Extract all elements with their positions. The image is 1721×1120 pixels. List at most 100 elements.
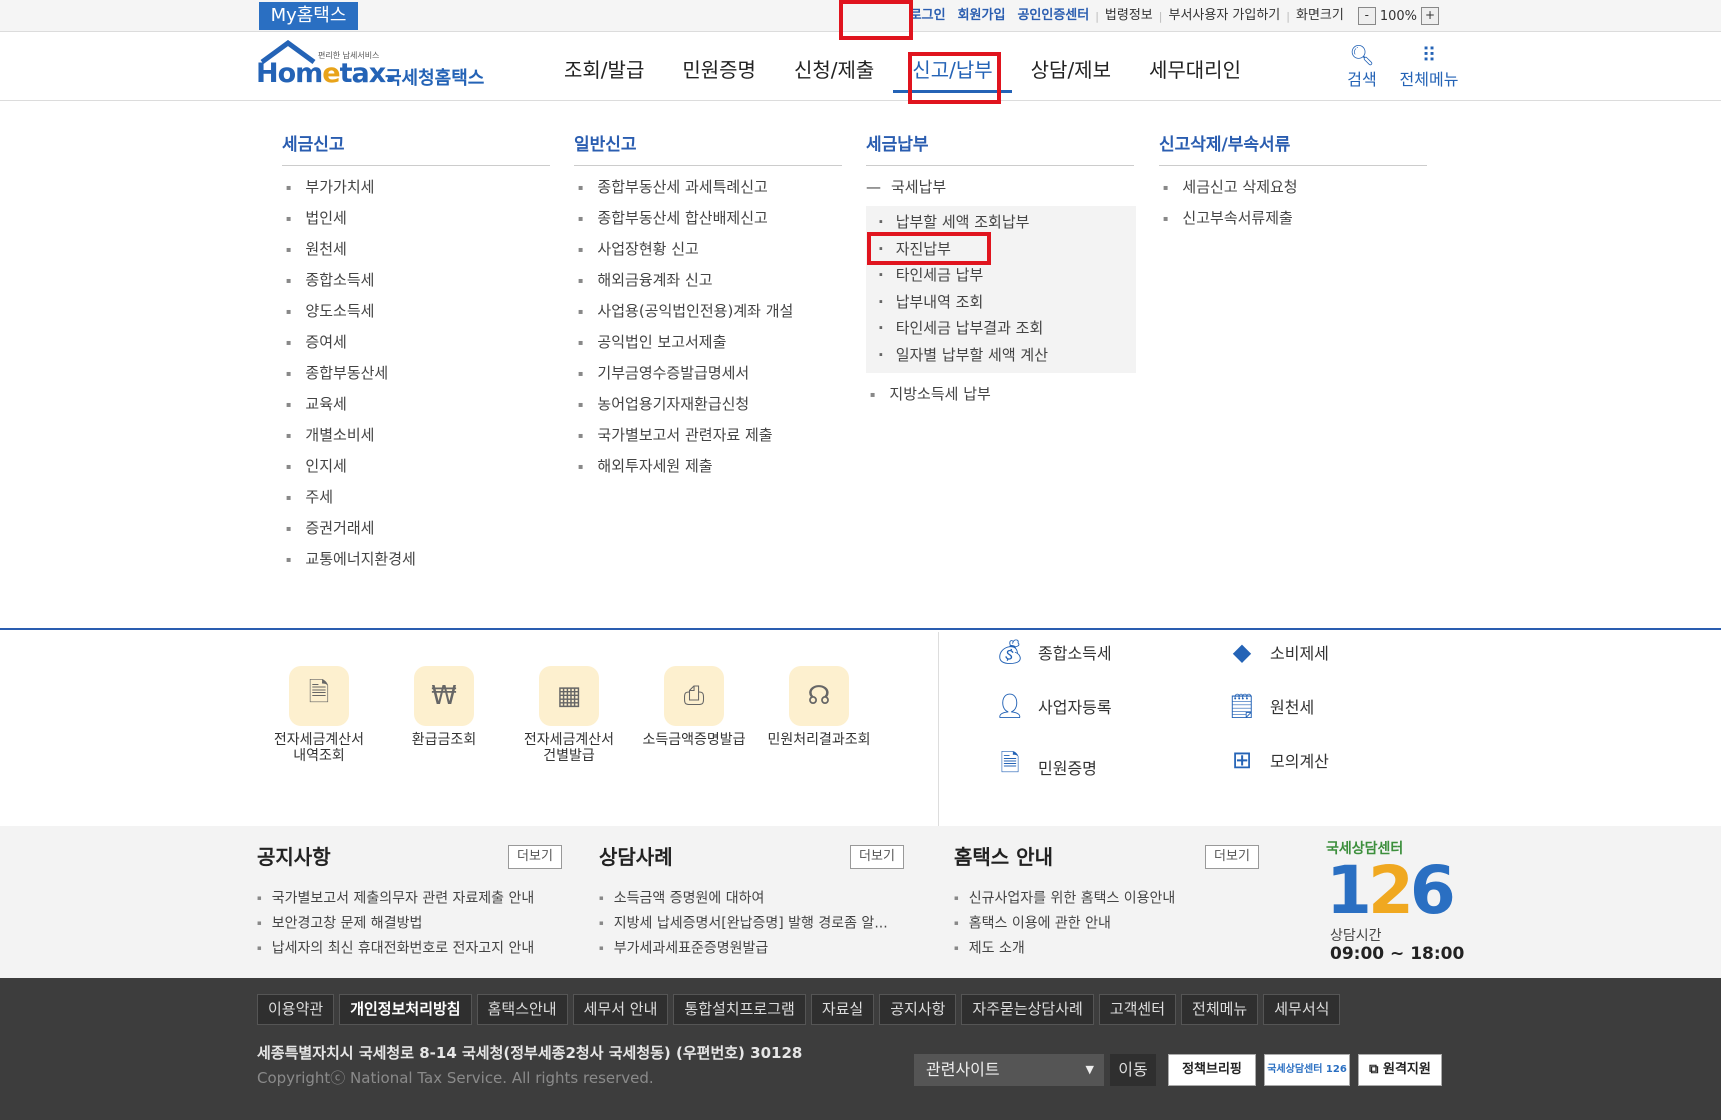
menu-item[interactable]: 세금신고 삭제요청	[1163, 172, 1297, 203]
footer-notice-link[interactable]: 공지사항	[879, 994, 957, 1025]
guide-more-button[interactable]: 더보기	[1205, 845, 1259, 869]
nav-apply-submit[interactable]: 신청/제출	[775, 50, 893, 93]
menu-item[interactable]: 종합부동산세 합산배제신고	[578, 203, 793, 234]
footer-hometax-guide-link[interactable]: 홈택스안내	[476, 994, 568, 1025]
footer-faq-link[interactable]: 자주묻는상담사례	[961, 994, 1094, 1025]
footer-tax-forms-link[interactable]: 세무서식	[1263, 994, 1341, 1025]
footer-install-link[interactable]: 통합설치프로그램	[673, 994, 806, 1025]
menu-col-title-delete-attachments[interactable]: 신고삭제/부속서류	[1159, 130, 1290, 155]
login-link[interactable]: 로그인	[904, 0, 952, 32]
menu-item[interactable]: 법인세	[286, 203, 416, 234]
footer-terms-link[interactable]: 이용약관	[257, 994, 335, 1025]
menu-item[interactable]: 신고부속서류제출	[1163, 203, 1298, 234]
menu-item[interactable]: 기부금영수증발급명세서	[578, 358, 793, 389]
certificate-center-link[interactable]: 공인인증센터	[1011, 0, 1095, 32]
quick-income-certificate[interactable]: ⎙ 소득금액증명발급	[634, 666, 754, 748]
submenu-item[interactable]: 타인세금 납부결과 조회	[878, 315, 1048, 342]
footer-all-menu-link[interactable]: 전체메뉴	[1181, 994, 1259, 1025]
menu-col-title-tax-report[interactable]: 세금신고	[282, 130, 345, 155]
menu-item[interactable]: 개별소비세	[286, 420, 416, 451]
nav-civil-certificate[interactable]: 민원증명	[663, 50, 775, 93]
zoom-out-button[interactable]: -	[1357, 7, 1376, 25]
menu-item[interactable]: 증여세	[286, 327, 416, 358]
divider	[866, 165, 1134, 166]
nav-consult-report[interactable]: 상담/제보	[1012, 50, 1130, 93]
consult-center-button[interactable]: 국세상담센터 126	[1264, 1054, 1350, 1086]
all-menu-button[interactable]: ⠿ 전체메뉴	[1396, 44, 1462, 90]
menu-item[interactable]: 국가별보고서 관련자료 제출	[578, 420, 793, 451]
menu-item[interactable]: 사업장현황 신고	[578, 234, 793, 265]
cases-more-button[interactable]: 더보기	[850, 845, 904, 869]
footer-library-link[interactable]: 자료실	[810, 994, 875, 1025]
list-item[interactable]: 납세자의 최신 휴대전화번호로 전자고지 안내	[257, 936, 535, 961]
menu-item[interactable]: 부가가치세	[286, 172, 416, 203]
menu-item[interactable]: 지방소득세 납부	[870, 379, 990, 410]
related-sites-select[interactable]: 관련사이트 ▼	[914, 1054, 1104, 1086]
nav-inquiry-issue[interactable]: 조회/발급	[545, 50, 663, 93]
submenu-item-self-payment[interactable]: 자진납부	[878, 236, 1048, 263]
quick-business-registration[interactable]: 👤︎ 사업자등록	[992, 692, 1112, 720]
quick-withholding-tax[interactable]: 🗒︎ 원천세	[1224, 692, 1314, 720]
quick-civil-certificate[interactable]: 🗎︎ 민원증명	[992, 746, 1097, 787]
list-item[interactable]: 소득금액 증명원에 대하여	[599, 886, 888, 911]
submenu-item[interactable]: 납부할 세액 조회납부	[878, 209, 1048, 236]
submenu-item[interactable]: 타인세금 납부	[878, 262, 1048, 289]
menu-item[interactable]: 원천세	[286, 234, 416, 265]
menu-item[interactable]: 주세	[286, 482, 416, 513]
dept-user-signup-link[interactable]: 부서사용자 가입하기	[1162, 0, 1286, 32]
menu-item[interactable]: 종합소득세	[286, 265, 416, 296]
submenu-item[interactable]: 일자별 납부할 세액 계산	[878, 342, 1048, 369]
menu-col-title-general-report[interactable]: 일반신고	[574, 130, 637, 155]
national-tax-payment-group[interactable]: — 국세납부	[866, 176, 946, 198]
consult-center-number[interactable]: 126	[1326, 856, 1456, 926]
menu-item[interactable]: 인지세	[286, 451, 416, 482]
go-button[interactable]: 이동	[1110, 1054, 1156, 1086]
list-item[interactable]: 홈택스 이용에 관한 안내	[954, 911, 1175, 936]
menu-item[interactable]: 교통에너지환경세	[286, 544, 415, 575]
cases-title[interactable]: 상담사례	[599, 841, 673, 870]
list-item[interactable]: 국가별보고서 제출의무자 관련 자료제출 안내	[257, 886, 535, 911]
list-item[interactable]: 신규사업자를 위한 홈택스 이용안내	[954, 886, 1176, 911]
quick-refund-inquiry[interactable]: ₩ 환급금조회	[384, 666, 504, 748]
quick-consumption-tax[interactable]: ◆ 소비제세	[1224, 638, 1329, 666]
signup-link[interactable]: 회원가입	[952, 0, 1012, 32]
menu-item[interactable]: 교육세	[286, 389, 416, 420]
remote-support-button[interactable]: ⧉ 원격지원	[1358, 1054, 1442, 1086]
footer-customer-center-link[interactable]: 고객센터	[1098, 994, 1177, 1025]
footer-tax-office-link[interactable]: 세무서 안내	[572, 994, 669, 1025]
menu-item[interactable]: 양도소득세	[286, 296, 416, 327]
list-item[interactable]: 보안경고창 문제 해결방법	[257, 911, 534, 936]
menu-item[interactable]: 해외금융계좌 신고	[578, 265, 793, 296]
law-info-link[interactable]: 법령정보	[1099, 0, 1159, 32]
menu-item[interactable]: 종합부동산세	[286, 358, 416, 389]
zoom-in-button[interactable]: +	[1421, 7, 1439, 25]
quick-label: 전자세금계산서 건별발급	[523, 732, 615, 764]
nav-tax-agent[interactable]: 세무대리인	[1130, 50, 1260, 93]
quick-simulation[interactable]: ⊞ 모의계산	[1224, 746, 1329, 774]
quick-global-income-tax[interactable]: 💰︎ 종합소득세	[992, 638, 1112, 666]
menu-item[interactable]: 농어업용기자재환급신청	[578, 389, 793, 420]
list-item[interactable]: 지방세 납세증명서[완납증명] 발행 경로좀 알...	[599, 911, 888, 936]
menu-item[interactable]: 종합부동산세 과세특례신고	[578, 172, 793, 203]
menu-col-title-tax-payment[interactable]: 세금납부	[866, 130, 929, 155]
my-hometax-button[interactable]: My홈택스	[259, 2, 358, 30]
quick-e-invoice-issue[interactable]: ▦ 전자세금계산서 건별발급	[509, 666, 629, 764]
menu-item[interactable]: 공익법인 보고서제출	[578, 327, 793, 358]
notice-title[interactable]: 공지사항	[257, 841, 331, 870]
hometax-logo[interactable]: Hometax.	[256, 58, 395, 89]
menu-item[interactable]: 증권거래세	[286, 513, 416, 544]
menu-item[interactable]: 해외투자세원 제출	[578, 451, 793, 482]
search-button[interactable]: 🔍︎ 검색	[1340, 44, 1384, 90]
footer-privacy-link[interactable]: 개인정보처리방침	[339, 994, 472, 1025]
list-item[interactable]: 제도 소개	[954, 936, 1175, 961]
nav-report-payment[interactable]: 신고/납부	[893, 50, 1012, 93]
menu-item[interactable]: 사업용(공익법인전용)계좌 개설	[578, 296, 793, 327]
submenu-item[interactable]: 납부내역 조회	[878, 289, 1048, 316]
policy-briefing-button[interactable]: 정책브리핑	[1168, 1054, 1256, 1086]
quick-civil-result[interactable]: ☊ 민원처리결과조회	[759, 666, 879, 748]
list-item[interactable]: 부가세과세표준증명원발급	[599, 936, 888, 961]
notice-more-button[interactable]: 더보기	[508, 845, 562, 869]
logo-korean: 국세청홈택스	[385, 68, 485, 89]
guide-title[interactable]: 홈택스 안내	[954, 841, 1053, 870]
quick-e-invoice-inquiry[interactable]: 🗎 전자세금계산서 내역조회	[259, 666, 379, 764]
